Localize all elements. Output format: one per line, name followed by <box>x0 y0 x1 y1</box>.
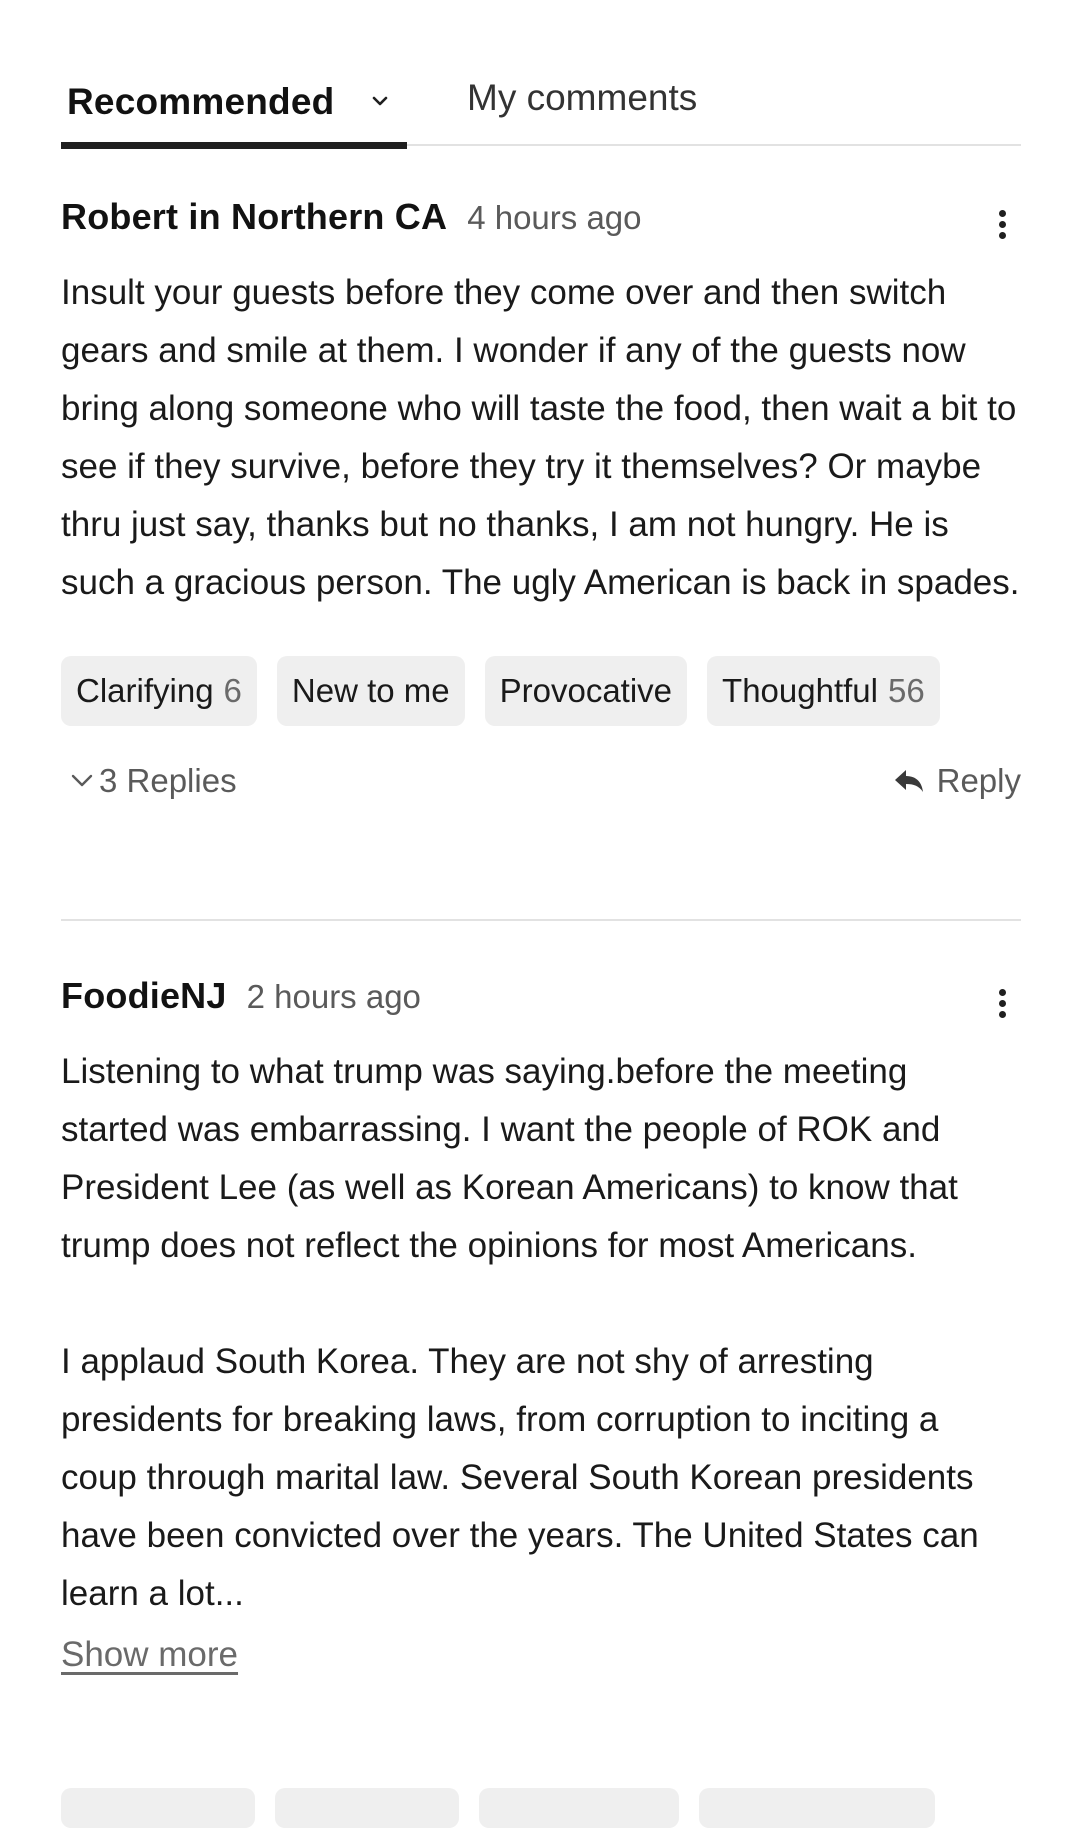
comment-timestamp: 2 hours ago <box>246 978 421 1015</box>
comment-author[interactable]: Robert in Northern CA <box>61 196 447 238</box>
comment-body: Insult your guests before they come over… <box>61 264 1021 612</box>
reaction-label: New to me <box>291 672 450 709</box>
more-options-icon[interactable] <box>995 989 1009 1025</box>
comment-author[interactable]: FoodieNJ <box>61 975 227 1017</box>
reaction-count: 56 <box>888 672 925 709</box>
comment-paragraph: I applaud South Korea. They are not shy … <box>61 1342 979 1613</box>
chevron-down-icon[interactable] <box>369 90 391 112</box>
reaction-chip-partial[interactable] <box>275 1788 459 1828</box>
reply-arrow-icon <box>894 770 923 792</box>
comment-tabs: Recommended My comments <box>61 62 1021 149</box>
reaction-clarifying-button[interactable]: Clarifying 6 <box>61 656 257 726</box>
reaction-label: Provocative <box>499 672 673 709</box>
reaction-chip-partial[interactable] <box>699 1788 935 1828</box>
comment-body: Listening to what trump was saying.befor… <box>61 1043 1021 1623</box>
reaction-label: Clarifying <box>76 672 214 709</box>
reaction-thoughtful-button[interactable]: Thoughtful 56 <box>707 656 940 726</box>
reaction-chips: Clarifying 6 New to me Provocative Thoug… <box>61 656 1021 726</box>
tab-my-comments[interactable]: My comments <box>467 58 697 138</box>
comment-header: Robert in Northern CA 4 hours ago <box>61 196 1021 256</box>
reaction-label: Thoughtful <box>722 672 878 709</box>
comment-actions: 3 Replies Reply <box>61 754 1021 814</box>
replies-count-label: 3 Replies <box>99 762 237 799</box>
tab-my-comments-label: My comments <box>467 77 698 118</box>
more-options-icon[interactable] <box>995 210 1009 246</box>
reaction-chip-partial[interactable] <box>61 1788 255 1828</box>
tab-recommended[interactable]: Recommended <box>61 62 407 149</box>
reply-button[interactable]: Reply <box>893 762 1021 800</box>
reaction-chip-partial[interactable] <box>479 1788 679 1828</box>
reply-label: Reply <box>936 762 1021 799</box>
chevron-down-icon <box>71 774 93 787</box>
comment: Robert in Northern CA 4 hours ago Insult… <box>61 196 1021 814</box>
comment-timestamp: 4 hours ago <box>467 199 642 236</box>
comment-divider <box>61 919 1021 921</box>
reaction-new-to-me-button[interactable]: New to me <box>276 656 465 726</box>
tab-recommended-label: Recommended <box>67 81 335 122</box>
show-more-link[interactable]: Show more <box>61 1635 238 1675</box>
comment-paragraph: Insult your guests before they come over… <box>61 273 1020 602</box>
comment: FoodieNJ 2 hours ago Listening to what t… <box>61 975 1021 1675</box>
comment-paragraph: Listening to what trump was saying.befor… <box>61 1052 958 1265</box>
reaction-chips-cutoff <box>61 1788 935 1828</box>
comments-panel: Recommended My comments Robert in Northe… <box>61 0 1021 1828</box>
comment-header: FoodieNJ 2 hours ago <box>61 975 1021 1035</box>
reaction-count: 6 <box>223 672 242 709</box>
show-replies-button[interactable]: 3 Replies <box>71 762 237 800</box>
reaction-provocative-button[interactable]: Provocative <box>484 656 688 726</box>
